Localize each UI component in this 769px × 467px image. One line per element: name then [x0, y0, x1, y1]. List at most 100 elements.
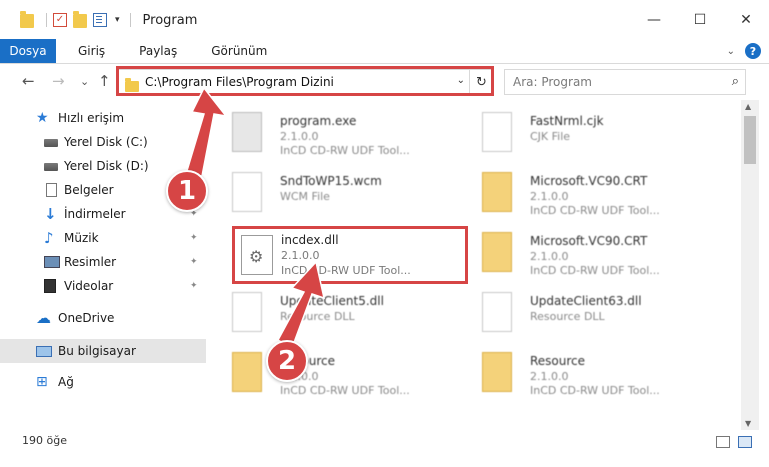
search-box[interactable]: Ara: Program ⌕ [504, 69, 746, 95]
sidebar-item-label: Bu bilgisayar [58, 344, 136, 358]
executable-icon [232, 112, 262, 152]
gear-icon: ⚙ [249, 247, 264, 266]
folder-icon [482, 352, 512, 392]
expand-ribbon-icon[interactable]: ⌄ [727, 46, 735, 57]
sidebar-item-this-pc[interactable]: Bu bilgisayar [0, 339, 206, 363]
sidebar-item-label: OneDrive [58, 311, 115, 325]
music-icon: ♪ [44, 229, 54, 247]
recent-locations-button[interactable]: ⌄ [80, 75, 89, 88]
pin-icon[interactable]: ✦ [190, 281, 198, 291]
file-name: UpdateClient5.dll [280, 294, 384, 308]
properties-icon[interactable]: ✓ [53, 13, 67, 27]
help-icon[interactable]: ? [745, 43, 761, 59]
up-button[interactable]: ↑ [98, 72, 111, 90]
file-item[interactable]: UpdateClient5.dll Resource DLL [220, 284, 475, 346]
file-type: CJK File [530, 130, 571, 143]
view-options-icon[interactable] [93, 13, 107, 27]
tab-share[interactable]: Paylaş [127, 39, 189, 63]
file-name: FastNrml.cjk [530, 114, 604, 128]
highlighted-file-item[interactable]: ⚙ incdex.dll 2.1.0.0 InCD CD-RW UDF Tool… [232, 226, 468, 284]
ribbon-tabs: Dosya Giriş Paylaş Görünüm ⌄ ? [0, 39, 769, 64]
download-icon: ↓ [44, 205, 57, 223]
cloud-icon: ☁ [36, 309, 51, 327]
file-version: 2.1.0.0 [530, 190, 569, 203]
customize-toolbar-caret-icon[interactable]: ▾ [115, 15, 120, 25]
file-icon [482, 292, 512, 332]
new-folder-icon[interactable] [73, 11, 87, 28]
file-item[interactable]: program.exe 2.1.0.0 InCD CD-RW UDF Tool.… [220, 104, 475, 166]
file-type: Resource DLL [530, 310, 605, 323]
sidebar-item-music[interactable]: ♪ Müzik ✦ [0, 226, 206, 250]
forward-button[interactable]: → [52, 72, 65, 90]
file-version: 2.1.0.0 [280, 130, 319, 143]
status-bar: 190 öğe [0, 430, 769, 467]
tab-view[interactable]: Görünüm [199, 39, 279, 63]
title-bar: ✓ ▾ Program — ☐ ✕ [0, 0, 769, 40]
file-item[interactable]: Microsoft.VC90.CRT 2.1.0.0 InCD CD-RW UD… [470, 224, 725, 286]
file-icon [232, 292, 262, 332]
back-button[interactable]: ← [22, 72, 35, 90]
callout-1: 1 [166, 170, 208, 212]
minimize-button[interactable]: — [631, 0, 677, 40]
file-name: Resource [530, 354, 586, 368]
quick-access-toolbar: ✓ ▾ Program [20, 0, 197, 40]
scroll-thumb[interactable] [744, 116, 756, 164]
sidebar-item-label: İndirmeler [64, 207, 126, 221]
file-description: InCD CD-RW UDF Tool... [530, 264, 660, 277]
sidebar-item-label: Videolar [64, 279, 114, 293]
scroll-down-icon[interactable]: ▼ [745, 419, 751, 428]
folder-icon[interactable] [20, 11, 34, 28]
ribbon-right: ⌄ ? [727, 43, 761, 59]
divider [46, 13, 47, 27]
file-item[interactable]: FastNrml.cjk CJK File [470, 104, 725, 166]
network-icon: ⊞ [36, 374, 48, 390]
search-icon: ⌕ [731, 74, 739, 89]
divider [129, 13, 131, 27]
file-item[interactable]: UpdateClient63.dll Resource DLL [470, 284, 725, 346]
file-item[interactable]: Resource 2.1.0.0 InCD CD-RW UDF Tool... [220, 344, 475, 406]
sidebar-item-pictures[interactable]: Resimler ✦ [0, 250, 206, 274]
file-version: 2.1.0.0 [530, 250, 569, 263]
computer-icon [36, 346, 52, 357]
sidebar-item-label: Hızlı erişim [58, 111, 125, 125]
drive-icon [44, 139, 58, 147]
file-item[interactable]: Microsoft.VC90.CRT 2.1.0.0 InCD CD-RW UD… [470, 164, 725, 226]
sidebar-item-label: Ağ [58, 375, 74, 389]
sidebar-item-label: Resimler [64, 255, 117, 269]
file-icon [232, 172, 262, 212]
window-title: Program [142, 12, 198, 28]
folder-icon [232, 352, 262, 392]
document-icon [46, 183, 57, 197]
tab-file[interactable]: Dosya [0, 39, 56, 63]
maximize-button[interactable]: ☐ [677, 0, 723, 40]
callout-2: 2 [266, 340, 308, 382]
file-name: SndToWP15.wcm [280, 174, 382, 188]
sidebar-item-disk-c[interactable]: Yerel Disk (C:) [0, 130, 206, 154]
file-description: InCD CD-RW UDF Tool... [280, 144, 410, 157]
file-description: InCD CD-RW UDF Tool... [530, 204, 660, 217]
tab-home[interactable]: Giriş [66, 39, 117, 63]
pin-icon[interactable]: ✦ [190, 233, 198, 243]
star-icon: ★ [36, 110, 49, 126]
vertical-scrollbar[interactable]: ▲ ▼ [741, 100, 759, 430]
file-description: InCD CD-RW UDF Tool... [530, 384, 660, 397]
details-view-icon[interactable] [716, 436, 730, 448]
scroll-up-icon[interactable]: ▲ [745, 102, 751, 111]
sidebar-item-videos[interactable]: Videolar ✦ [0, 274, 206, 298]
file-item[interactable]: Resource 2.1.0.0 InCD CD-RW UDF Tool... [470, 344, 725, 406]
navigation-pane: ★ Hızlı erişim Yerel Disk (C:) Yerel Dis… [0, 100, 206, 430]
tiles-view-icon[interactable] [738, 436, 752, 448]
file-icon: ⚙ [241, 235, 273, 275]
pin-icon[interactable]: ✦ [190, 257, 198, 267]
video-icon [44, 279, 56, 293]
sidebar-item-label: Müzik [64, 231, 99, 245]
search-input[interactable]: Ara: Program [513, 75, 592, 89]
file-name: program.exe [280, 114, 357, 128]
sidebar-item-onedrive[interactable]: ☁ OneDrive [0, 306, 206, 330]
close-button[interactable]: ✕ [723, 0, 769, 40]
file-item[interactable]: SndToWP15.wcm WCM File [220, 164, 475, 226]
sidebar-item-network[interactable]: ⊞ Ağ [0, 370, 206, 394]
pictures-icon [44, 256, 60, 268]
file-name: Microsoft.VC90.CRT [530, 234, 648, 248]
sidebar-item-quick-access[interactable]: ★ Hızlı erişim [0, 106, 206, 130]
